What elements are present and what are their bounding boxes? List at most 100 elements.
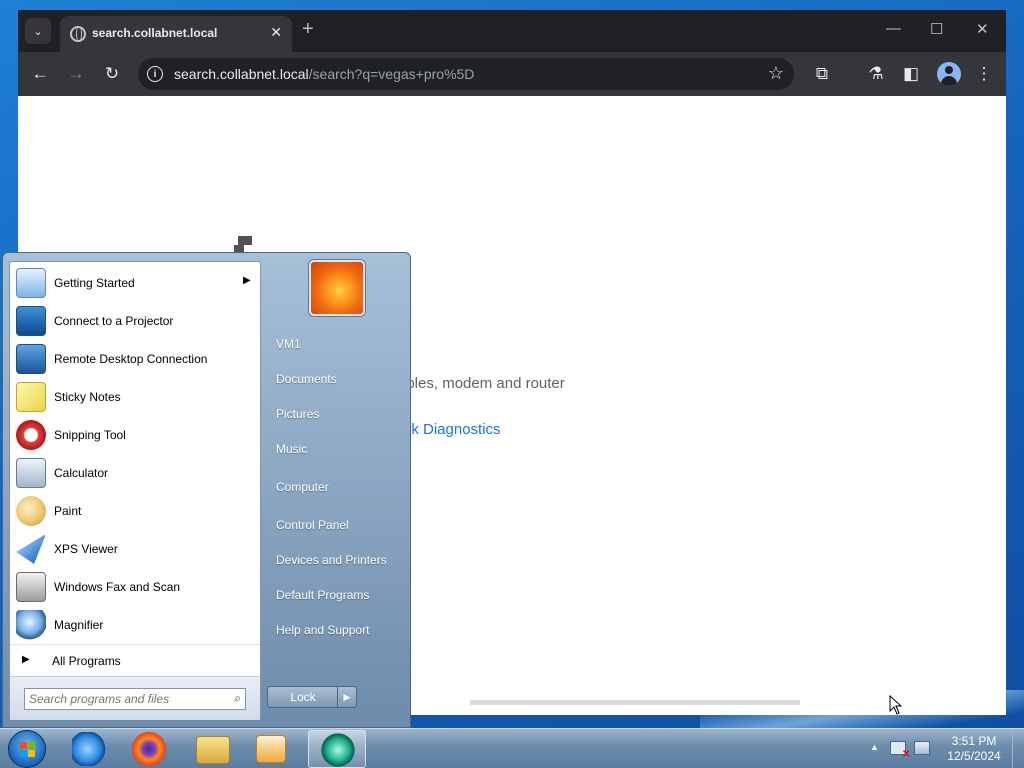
minimize-button[interactable]: — bbox=[886, 20, 901, 37]
program-label: Connect to a Projector bbox=[54, 314, 174, 328]
paint-icon bbox=[16, 496, 46, 526]
program-remote-desktop[interactable]: Remote Desktop Connection bbox=[10, 340, 260, 378]
program-label: Remote Desktop Connection bbox=[54, 352, 208, 366]
side-panel-icon[interactable]: ◧ bbox=[899, 62, 923, 86]
calculator-icon bbox=[16, 458, 46, 488]
new-tab-button[interactable]: + bbox=[302, 19, 314, 39]
clock-time: 3:51 PM bbox=[951, 734, 997, 748]
program-label: Magnifier bbox=[54, 618, 104, 632]
firefox-icon[interactable] bbox=[132, 732, 166, 766]
internet-explorer-icon[interactable] bbox=[72, 732, 106, 766]
submenu-arrow-icon: ▶ bbox=[243, 275, 251, 286]
site-info-icon[interactable]: i bbox=[147, 66, 163, 82]
sticky-notes-icon bbox=[16, 382, 46, 412]
forward-button[interactable]: → bbox=[64, 62, 88, 86]
clock[interactable]: 3:51 PM 12/5/2024 bbox=[944, 734, 1004, 764]
close-tab-icon[interactable]: ✕ bbox=[270, 24, 282, 41]
network-error-icon[interactable] bbox=[914, 741, 930, 755]
address-url: search.collabnet.local/search?q=vegas+pr… bbox=[174, 66, 474, 82]
error-suggestion-text: ables, modem and router bbox=[398, 375, 565, 392]
right-link-help-support[interactable]: Help and Support bbox=[276, 623, 369, 637]
profile-avatar-icon[interactable] bbox=[937, 62, 961, 86]
program-paint[interactable]: Paint bbox=[10, 492, 260, 530]
start-menu-programs-pane: Getting Started ▶ Connect to a Projector… bbox=[9, 261, 261, 720]
program-label: Paint bbox=[54, 504, 82, 518]
fax-scan-icon bbox=[16, 572, 46, 602]
bookmark-star-icon[interactable]: ☆ bbox=[768, 63, 784, 84]
chevron-down-icon: ⌄ bbox=[33, 25, 43, 38]
address-bar[interactable]: i search.collabnet.local/search?q=vegas+… bbox=[138, 58, 794, 90]
shutdown-options-arrow[interactable]: ▶ bbox=[337, 686, 357, 708]
extensions-icon[interactable]: ⧉ bbox=[810, 62, 834, 86]
more-menu-icon[interactable]: ⋮ bbox=[972, 62, 996, 86]
right-link-user[interactable]: VM1 bbox=[276, 337, 301, 351]
url-path: /search?q=vegas+pro%5D bbox=[308, 66, 475, 82]
media-player-icon[interactable] bbox=[256, 735, 286, 763]
remote-desktop-icon bbox=[16, 344, 46, 374]
globe-icon bbox=[70, 26, 86, 42]
program-label: Sticky Notes bbox=[54, 390, 121, 404]
tab-strip: ⌄ search.collabnet.local ✕ + — ☐ ✕ bbox=[18, 10, 1006, 52]
program-label: Windows Fax and Scan bbox=[54, 580, 181, 594]
projector-icon bbox=[16, 306, 46, 336]
magnifier-icon bbox=[16, 610, 46, 640]
start-search-box[interactable]: ⌕ bbox=[24, 688, 246, 710]
program-snipping-tool[interactable]: Snipping Tool bbox=[10, 416, 260, 454]
search-icon[interactable]: ⌕ bbox=[234, 691, 241, 706]
mouse-cursor-icon bbox=[889, 695, 903, 715]
user-picture[interactable] bbox=[309, 260, 365, 316]
snipping-tool-icon bbox=[16, 420, 46, 450]
active-app-icon bbox=[321, 733, 355, 767]
program-fax-scan[interactable]: Windows Fax and Scan bbox=[10, 568, 260, 606]
program-label: XPS Viewer bbox=[54, 542, 118, 556]
programs-divider bbox=[10, 644, 260, 645]
program-getting-started[interactable]: Getting Started ▶ bbox=[10, 264, 260, 302]
getting-started-icon bbox=[16, 268, 46, 298]
program-calculator[interactable]: Calculator bbox=[10, 454, 260, 492]
program-sticky-notes[interactable]: Sticky Notes bbox=[10, 378, 260, 416]
show-desktop-button[interactable] bbox=[1012, 729, 1024, 768]
tab-title: search.collabnet.local bbox=[92, 26, 218, 40]
labs-flask-icon[interactable]: ⚗ bbox=[864, 62, 888, 86]
back-button[interactable]: ← bbox=[28, 62, 52, 86]
url-host: search.collabnet.local bbox=[174, 66, 309, 82]
right-link-computer[interactable]: Computer bbox=[276, 480, 329, 494]
program-label: Calculator bbox=[54, 466, 109, 480]
windows-flag-icon bbox=[20, 742, 36, 758]
reload-button[interactable]: ↻ bbox=[100, 62, 124, 86]
right-link-control-panel[interactable]: Control Panel bbox=[276, 518, 349, 532]
clock-date: 12/5/2024 bbox=[947, 749, 1001, 763]
right-link-default-programs[interactable]: Default Programs bbox=[276, 588, 369, 602]
right-link-pictures[interactable]: Pictures bbox=[276, 407, 319, 421]
start-button[interactable] bbox=[8, 730, 46, 768]
program-connect-projector[interactable]: Connect to a Projector bbox=[10, 302, 260, 340]
browser-toolbar: ← → ↻ i search.collabnet.local/search?q=… bbox=[18, 52, 1006, 96]
start-search-input[interactable] bbox=[29, 691, 219, 707]
lock-button[interactable]: Lock bbox=[267, 686, 339, 708]
right-link-music[interactable]: Music bbox=[276, 442, 307, 456]
program-xps-viewer[interactable]: XPS Viewer bbox=[10, 530, 260, 568]
right-link-devices-printers[interactable]: Devices and Printers bbox=[276, 553, 387, 567]
right-divider bbox=[269, 506, 403, 507]
expand-arrow-icon: ▶ bbox=[22, 654, 30, 665]
show-hidden-icons[interactable]: ▲ bbox=[870, 742, 879, 752]
active-taskbar-button[interactable] bbox=[308, 730, 366, 768]
browser-tab[interactable]: search.collabnet.local ✕ bbox=[60, 16, 292, 52]
error-x-icon: ✕ bbox=[902, 749, 911, 760]
maximize-button[interactable]: ☐ bbox=[930, 20, 943, 38]
right-divider bbox=[269, 468, 403, 469]
xps-viewer-icon bbox=[16, 534, 46, 564]
network-diagnostics-link[interactable]: ork Diagnostics bbox=[398, 421, 501, 438]
file-explorer-icon[interactable] bbox=[196, 736, 230, 764]
horizontal-scrollbar[interactable] bbox=[470, 700, 800, 705]
all-programs-label: All Programs bbox=[52, 654, 121, 668]
program-label: Snipping Tool bbox=[54, 428, 126, 442]
tab-search-button[interactable]: ⌄ bbox=[25, 18, 51, 44]
close-window-button[interactable]: ✕ bbox=[976, 20, 989, 38]
right-link-documents[interactable]: Documents bbox=[276, 372, 337, 386]
taskbar: ▲ ✕ 3:51 PM 12/5/2024 bbox=[0, 728, 1024, 768]
program-magnifier[interactable]: Magnifier bbox=[10, 606, 260, 644]
all-programs-button[interactable]: ▶ All Programs bbox=[10, 648, 260, 674]
start-menu: Getting Started ▶ Connect to a Projector… bbox=[2, 252, 411, 728]
start-search-area: ⌕ bbox=[10, 676, 260, 720]
